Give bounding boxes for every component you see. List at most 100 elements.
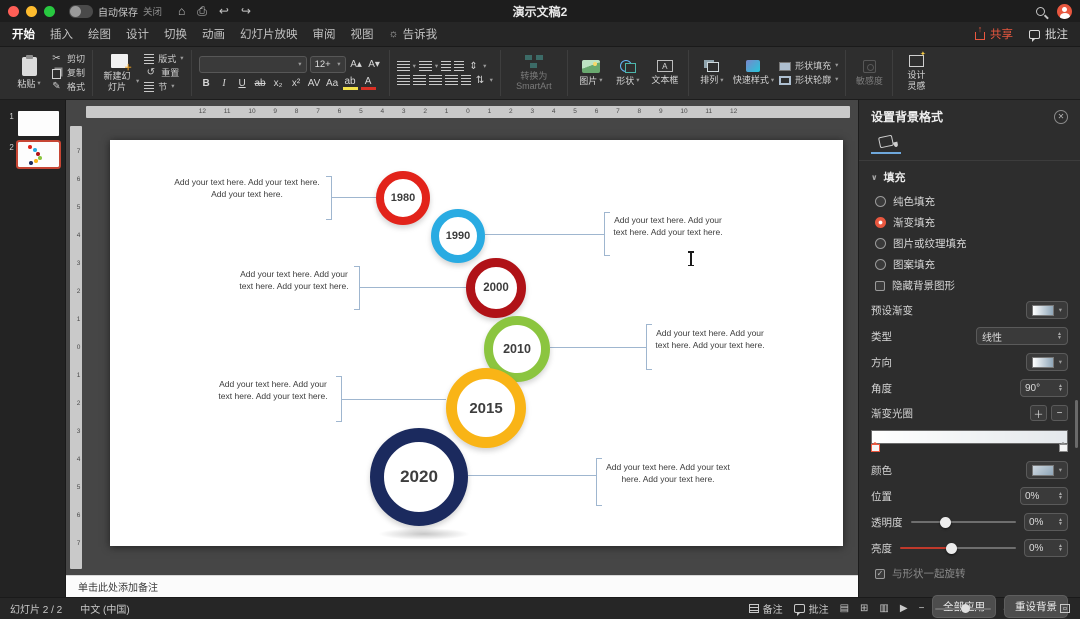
- indent-decrease-icon[interactable]: [441, 61, 452, 71]
- design-ideas-button[interactable]: 设计灵感: [900, 51, 932, 91]
- layout-button[interactable]: 版式 ▾: [144, 53, 184, 65]
- align-right-icon[interactable]: [428, 75, 442, 85]
- minimize-window-button[interactable]: [26, 5, 37, 17]
- tab-draw[interactable]: 绘图: [88, 26, 111, 42]
- strikethrough-button[interactable]: ab: [253, 76, 268, 91]
- reset-button[interactable]: ↺ 重置: [144, 67, 183, 79]
- fill-section-header[interactable]: ∨ 填充: [859, 161, 1080, 191]
- justify-icon[interactable]: [444, 75, 458, 85]
- rotate-with-shape-option[interactable]: ✓ 与形状一起旋转: [859, 560, 1080, 587]
- timeline-text-2015[interactable]: Add your text here. Add your text here. …: [212, 378, 334, 403]
- bullets-icon[interactable]: [396, 61, 410, 71]
- line-spacing-icon[interactable]: ⇕: [467, 61, 480, 72]
- notes-pane[interactable]: 单击此处添加备注: [66, 575, 858, 597]
- transparency-slider[interactable]: [910, 516, 1016, 528]
- language-indicator[interactable]: 中文 (中国): [80, 601, 129, 616]
- slide-canvas[interactable]: Add your text here. Add your text here. …: [110, 140, 843, 546]
- tab-transitions[interactable]: 切换: [164, 26, 187, 42]
- text-direction-icon[interactable]: ⇅: [474, 75, 487, 86]
- horizontal-ruler[interactable]: 12 11 10 9 8 7 6 5 4 3 2 1 0 1 2 3 4 5 6…: [86, 106, 850, 118]
- section-button[interactable]: 节 ▾: [144, 81, 183, 93]
- columns-icon[interactable]: [460, 75, 471, 85]
- shapes-button[interactable]: 形状 ▾: [612, 59, 644, 86]
- tab-animations[interactable]: 动画: [202, 26, 225, 42]
- brightness-stepper[interactable]: 0% ▲ ▼: [1024, 539, 1068, 557]
- picture-button[interactable]: 图片 ▾: [575, 59, 607, 86]
- add-stop-button[interactable]: ＋: [1030, 405, 1047, 421]
- format-painter-button[interactable]: ✎ 格式: [50, 81, 85, 93]
- timeline-circle-2000[interactable]: 2000: [466, 258, 526, 318]
- color-dropdown[interactable]: ▾: [1025, 461, 1068, 479]
- align-left-icon[interactable]: [396, 75, 410, 85]
- tab-home[interactable]: 开始: [12, 26, 35, 42]
- fill-tab-button[interactable]: [871, 131, 901, 154]
- angle-stepper[interactable]: 90° ▲ ▼: [1020, 379, 1068, 397]
- normal-view-icon[interactable]: ▤: [840, 603, 849, 614]
- italic-button[interactable]: I: [217, 76, 232, 91]
- slide-thumbnail-2-selected[interactable]: [15, 140, 62, 169]
- slider-knob[interactable]: [940, 516, 952, 528]
- timeline-text-2000[interactable]: Add your text here. Add your text here. …: [236, 268, 352, 293]
- font-size-select[interactable]: 12+ ▾: [309, 55, 346, 73]
- remove-stop-button[interactable]: −: [1051, 405, 1068, 421]
- arrange-button[interactable]: 排列 ▾: [696, 60, 728, 85]
- timeline-circle-2015[interactable]: 2015: [446, 368, 526, 448]
- numbering-icon[interactable]: [418, 61, 432, 71]
- timeline-text-1980[interactable]: Add your text here. Add your text here. …: [172, 176, 322, 201]
- indent-increase-icon[interactable]: [454, 61, 465, 71]
- grow-font-button[interactable]: A▴: [349, 57, 364, 72]
- tab-view[interactable]: 视图: [351, 26, 374, 42]
- direction-dropdown[interactable]: ▾: [1025, 353, 1068, 371]
- autosave-switch-icon[interactable]: [69, 4, 93, 18]
- zoom-slider[interactable]: [935, 604, 992, 613]
- gradient-stop-selected[interactable]: [870, 442, 880, 452]
- zoom-window-button[interactable]: [44, 5, 55, 17]
- subscript-button[interactable]: x₂: [271, 76, 286, 91]
- new-slide-button[interactable]: 新建幻灯片▾: [100, 54, 139, 92]
- brightness-slider[interactable]: [900, 542, 1016, 554]
- convert-to-smartart-button[interactable]: 转换为SmartArt: [508, 54, 560, 92]
- paste-button[interactable]: 粘贴 ▾: [13, 54, 45, 89]
- comments-toggle-button[interactable]: 批注: [793, 601, 829, 616]
- superscript-button[interactable]: x²: [289, 76, 304, 91]
- redo-icon[interactable]: ↪: [241, 4, 251, 19]
- comments-button[interactable]: 批注: [1029, 26, 1068, 42]
- timeline-text-2020[interactable]: Add your text here. Add your text here. …: [604, 461, 732, 486]
- option-pattern-fill[interactable]: 图案填充: [859, 254, 1080, 275]
- quick-styles-button[interactable]: 快速样式 ▾: [733, 60, 774, 85]
- timeline-circle-1980[interactable]: 1980: [376, 171, 430, 225]
- character-spacing-button[interactable]: AV: [307, 76, 322, 91]
- tab-review[interactable]: 审阅: [313, 26, 336, 42]
- tab-slideshow[interactable]: 幻灯片放映: [240, 26, 298, 42]
- option-solid-fill[interactable]: 纯色填充: [859, 191, 1080, 212]
- timeline-text-1990[interactable]: Add your text here. Add your text here. …: [612, 214, 724, 239]
- search-icon[interactable]: [1036, 6, 1045, 16]
- tab-design[interactable]: 设计: [126, 26, 149, 42]
- change-case-button[interactable]: Aa: [325, 76, 340, 91]
- timeline-text-2010[interactable]: Add your text here. Add your text here. …: [654, 327, 766, 352]
- gradient-bar[interactable]: [870, 430, 1068, 452]
- slider-knob[interactable]: [946, 542, 958, 554]
- shape-fill-button[interactable]: 形状填充 ▾: [779, 60, 838, 72]
- autosave-toggle[interactable]: 自动保存 关闭: [69, 4, 162, 19]
- panel-scrollbar[interactable]: [1075, 400, 1078, 448]
- option-hide-background[interactable]: 隐藏背景图形: [859, 275, 1080, 296]
- fit-slide-icon[interactable]: [1060, 604, 1070, 613]
- bold-button[interactable]: B: [199, 76, 214, 91]
- gradient-stop[interactable]: [1058, 442, 1068, 452]
- home-icon[interactable]: ⌂: [178, 4, 185, 19]
- gradient-type-dropdown[interactable]: 线性 ▲ ▼: [976, 327, 1068, 345]
- align-center-icon[interactable]: [412, 75, 426, 85]
- tab-tell-me[interactable]: ☼ 告诉我: [389, 26, 438, 42]
- position-stepper[interactable]: 0% ▲ ▼: [1020, 487, 1068, 505]
- preset-gradient-dropdown[interactable]: ▾: [1025, 301, 1068, 319]
- font-color-button[interactable]: A: [360, 76, 376, 90]
- shape-outline-button[interactable]: 形状轮廓 ▾: [779, 74, 838, 86]
- notes-toggle-button[interactable]: 备注: [748, 601, 783, 616]
- vertical-ruler[interactable]: 7 6 5 4 3 2 1 0 1 2 3 4 5 6 7: [70, 126, 82, 569]
- timeline-circle-2020[interactable]: 2020: [370, 428, 468, 526]
- undo-icon[interactable]: ↩: [219, 4, 229, 19]
- sensitivity-button[interactable]: 敏感度: [853, 59, 885, 86]
- close-panel-icon[interactable]: ✕: [1054, 109, 1068, 124]
- close-window-button[interactable]: [8, 5, 19, 17]
